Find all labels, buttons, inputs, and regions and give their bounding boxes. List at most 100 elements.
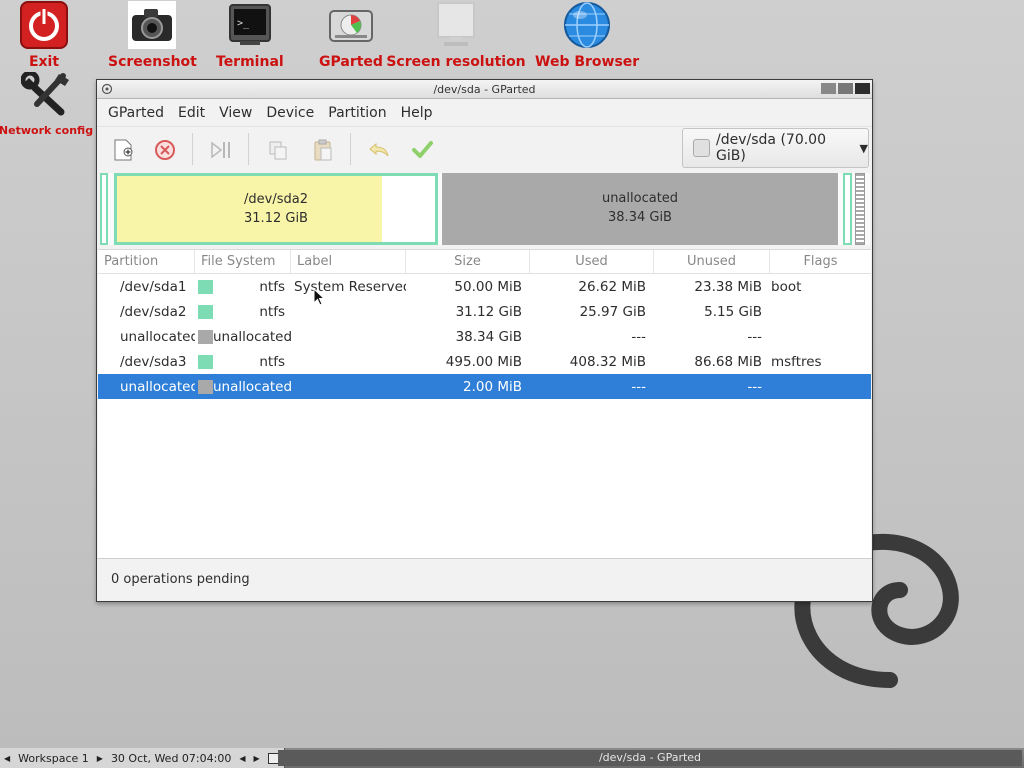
cell-unused: ---: [747, 328, 762, 345]
cell-partition: unallocated: [120, 378, 195, 395]
cell-flags: msftres: [771, 353, 822, 370]
disk-drive-icon: [326, 0, 376, 50]
terminal-icon: >_: [225, 0, 275, 50]
col-size[interactable]: Size: [406, 250, 530, 273]
disk-graph: /dev/sda2 31.12 GiB unallocated 38.34 Gi…: [100, 173, 870, 245]
workspace-prev-icon[interactable]: ◀: [0, 754, 14, 763]
desktop-icon-label: Screen resolution: [386, 54, 526, 70]
menu-device[interactable]: Device: [259, 105, 321, 121]
workspace-next-icon[interactable]: ▶: [93, 754, 107, 763]
desktop-icon-exit[interactable]: Exit: [19, 0, 69, 70]
table-row[interactable]: unallocated unallocated 2.00 MiB --- ---: [98, 374, 871, 399]
cell-partition: /dev/sda2: [120, 303, 187, 320]
cell-unused: 86.68 MiB: [694, 353, 762, 370]
device-selector[interactable]: /dev/sda (70.00 GiB) ▼: [682, 128, 869, 168]
cell-fs-name: unallocated: [213, 378, 291, 395]
taskbar-task-gparted[interactable]: /dev/sda - GParted: [278, 750, 1022, 766]
copy-button[interactable]: [262, 134, 294, 166]
tools-icon: [21, 70, 71, 120]
cell-label: System Reserved: [294, 278, 406, 295]
cell-file-system: unallocated: [195, 379, 291, 395]
cell-partition: unallocated: [120, 328, 195, 345]
menu-partition[interactable]: Partition: [321, 105, 393, 121]
desktop-icon-network-config[interactable]: Network config: [0, 70, 93, 137]
fs-color-swatch: [198, 379, 213, 394]
partition-table: Partition File System Label Size Used Un…: [98, 249, 871, 559]
undo-button[interactable]: [363, 134, 395, 166]
close-button[interactable]: [855, 83, 870, 94]
apply-button[interactable]: [406, 134, 438, 166]
table-row[interactable]: /dev/sda1 ntfs System Reserved 50.00 MiB 26.…: [98, 274, 871, 299]
cell-unused: 23.38 MiB: [694, 278, 762, 295]
delete-partition-button[interactable]: [149, 134, 181, 166]
cell-partition: /dev/sda3: [120, 353, 187, 370]
cell-file-system: unallocated: [195, 329, 291, 345]
graph-unallocated[interactable]: unallocated 38.34 GiB: [442, 173, 838, 245]
cell-flags: boot: [771, 278, 802, 295]
desktop-icon-label: Web Browser: [535, 54, 640, 70]
chevron-down-icon: ▼: [859, 141, 868, 155]
window-title: /dev/sda - GParted: [433, 83, 536, 96]
cell-fs-name: ntfs: [259, 278, 285, 295]
copy-icon: [269, 141, 287, 160]
col-used[interactable]: Used: [530, 250, 654, 273]
table-row[interactable]: /dev/sda3 ntfs 495.00 MiB 408.32 MiB 86.68 M…: [98, 349, 871, 374]
resize-move-button[interactable]: [205, 134, 237, 166]
menu-gparted[interactable]: GParted: [101, 105, 171, 121]
clock-prev-icon[interactable]: ◀: [235, 754, 249, 763]
camera-icon: [127, 0, 177, 50]
table-row[interactable]: unallocated unallocated 38.34 GiB --- ---: [98, 324, 871, 349]
cell-size: 2.00 MiB: [462, 378, 522, 395]
desktop-icon-gparted[interactable]: GParted: [319, 0, 383, 70]
workspace-name: Workspace 1: [18, 751, 89, 765]
menu-view[interactable]: View: [212, 105, 259, 121]
cell-file-system: ntfs: [195, 279, 291, 295]
cell-size: 38.34 GiB: [455, 328, 522, 345]
col-partition[interactable]: Partition: [98, 250, 195, 273]
desktop-icon-label: GParted: [319, 54, 383, 70]
toolbar: /dev/sda (70.00 GiB) ▼: [97, 126, 872, 172]
paste-button[interactable]: [307, 134, 339, 166]
cell-unused: ---: [747, 378, 762, 395]
taskbar-left: ◀ Workspace 1 ▶ 30 Oct, Wed 07:04:00 ◀ ▶: [0, 748, 285, 768]
undo-icon: [369, 142, 389, 157]
graph-partition-sda2[interactable]: /dev/sda2 31.12 GiB: [114, 173, 438, 245]
operations-pending: 0 operations pending: [111, 572, 250, 587]
desktop-icon-screenshot[interactable]: Screenshot: [108, 0, 197, 70]
cell-used: ---: [631, 328, 646, 345]
col-file-system[interactable]: File System: [195, 250, 291, 273]
desktop-icon-terminal[interactable]: >_ Terminal: [216, 0, 284, 70]
table-body: /dev/sda1 ntfs System Reserved 50.00 MiB 26.…: [98, 274, 871, 399]
new-partition-button[interactable]: [107, 134, 139, 166]
gparted-window: /dev/sda - GParted GParted Edit View Dev…: [96, 79, 873, 602]
cell-used: 25.97 GiB: [579, 303, 646, 320]
cell-size: 495.00 MiB: [445, 353, 522, 370]
menu-bar: GParted Edit View Device Partition Help: [97, 99, 872, 126]
cell-used: 26.62 MiB: [578, 278, 646, 295]
new-icon: [114, 139, 133, 161]
minimize-button[interactable]: [821, 83, 836, 94]
power-icon: [19, 0, 69, 50]
col-flags[interactable]: Flags: [770, 250, 871, 273]
graph-unallocated-end[interactable]: [855, 173, 865, 245]
menu-edit[interactable]: Edit: [171, 105, 212, 121]
graph-partition-name: /dev/sda2: [244, 192, 308, 207]
desktop-icon-screen-resolution[interactable]: Screen resolution: [386, 0, 526, 70]
cell-fs-name: ntfs: [259, 353, 285, 370]
table-row[interactable]: /dev/sda2 ntfs 31.12 GiB 25.97 GiB 5.15 GiB: [98, 299, 871, 324]
fs-color-swatch: [198, 304, 213, 319]
cell-size: 50.00 MiB: [454, 278, 522, 295]
graph-partition-name: unallocated: [601, 191, 679, 206]
harddisk-icon: [693, 139, 711, 157]
col-unused[interactable]: Unused: [654, 250, 770, 273]
maximize-button[interactable]: [838, 83, 853, 94]
clock-next-icon[interactable]: ▶: [249, 754, 263, 763]
paste-icon: [314, 139, 332, 161]
desktop-icon-web-browser[interactable]: Web Browser: [535, 0, 639, 70]
title-bar[interactable]: /dev/sda - GParted: [97, 80, 872, 99]
col-label[interactable]: Label: [291, 250, 406, 273]
cell-fs-name: unallocated: [213, 328, 291, 345]
graph-partition-sda3[interactable]: [843, 173, 852, 245]
menu-help[interactable]: Help: [394, 105, 440, 121]
graph-partition-sda1[interactable]: [100, 173, 108, 245]
